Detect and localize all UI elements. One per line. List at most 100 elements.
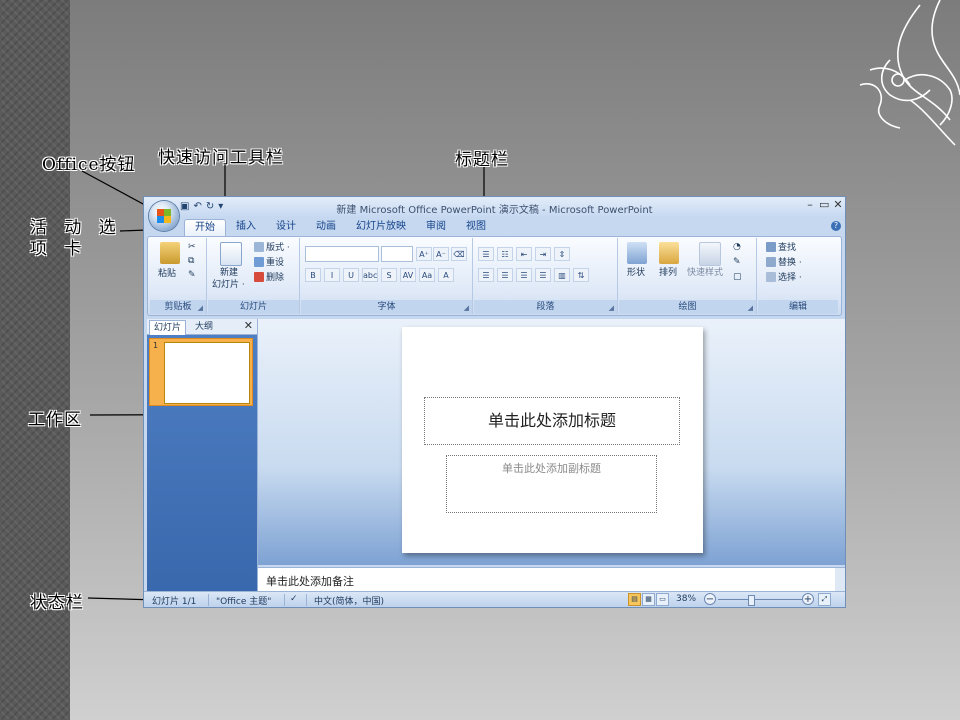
font-name-combo[interactable] xyxy=(305,246,379,262)
arrange-icon[interactable] xyxy=(659,242,679,264)
redo-icon[interactable]: ↻ xyxy=(206,201,214,213)
find-button[interactable]: 查找 xyxy=(766,242,796,254)
tab-outline-pane[interactable]: 大纲 xyxy=(191,320,217,334)
grow-font-button[interactable]: A⁺ xyxy=(416,247,432,261)
select-button[interactable]: 选择 · xyxy=(766,272,802,284)
paragraph-format-icon[interactable]: ☰ xyxy=(497,268,513,282)
paragraph-format-icon[interactable]: ☰ xyxy=(535,268,551,282)
slide-canvas[interactable]: 单击此处添加标题 单击此处添加副标题 xyxy=(402,327,703,553)
fit-to-window-button[interactable]: ⤢ xyxy=(818,593,831,606)
copy-icon[interactable]: ⧉ xyxy=(188,256,194,267)
tab-item[interactable]: 插入 xyxy=(226,219,266,236)
shrink-font-button[interactable]: A⁻ xyxy=(433,247,449,261)
customize-qat-icon[interactable]: ▾ xyxy=(218,201,223,213)
quick-styles-button[interactable]: 快速样式 xyxy=(687,268,723,279)
paste-button[interactable]: 粘贴 xyxy=(158,269,176,280)
paragraph-format-icon[interactable]: ⇤ xyxy=(516,247,532,261)
reset-button[interactable]: 重设 xyxy=(254,257,284,269)
tab-item[interactable]: 设计 xyxy=(266,219,306,236)
zoom-level[interactable]: 38% xyxy=(676,594,696,604)
tab-slides-pane[interactable]: 幻灯片 xyxy=(149,320,187,335)
slide-thumbnail[interactable] xyxy=(164,342,250,404)
zoom-out-button[interactable]: − xyxy=(704,593,716,605)
format-painter-icon[interactable]: ✎ xyxy=(188,270,196,281)
font-size-combo[interactable] xyxy=(381,246,413,262)
font-format-button[interactable]: U xyxy=(343,268,359,282)
tab-item[interactable]: 视图 xyxy=(456,219,496,236)
replace-button[interactable]: 替换 · xyxy=(766,257,802,269)
font-format-button[interactable]: Aa xyxy=(419,268,435,282)
paragraph-format-icon[interactable]: ☰ xyxy=(516,268,532,282)
shape-fill-icon[interactable]: ◔ xyxy=(733,242,741,253)
dialog-launcher-icon[interactable]: ◢ xyxy=(748,304,753,312)
subtitle-placeholder[interactable]: 单击此处添加副标题 xyxy=(446,455,657,513)
group-label-paragraph: 段落 xyxy=(474,300,617,314)
cut-icon[interactable]: ✂ xyxy=(188,242,196,253)
dialog-launcher-icon[interactable]: ◢ xyxy=(198,304,203,312)
language-status[interactable]: 中文(简体，中国) xyxy=(314,594,384,607)
font-format-button[interactable]: AV xyxy=(400,268,416,282)
layout-label: 版式 · xyxy=(266,243,290,253)
slide-thumbnail-selected[interactable]: 1 xyxy=(149,338,253,406)
tab-item[interactable]: 幻灯片放映 xyxy=(346,219,416,236)
notes-pane[interactable]: 单击此处添加备注 xyxy=(258,567,845,592)
zoom-slider-thumb[interactable] xyxy=(747,595,755,606)
slide-sorter-view-button[interactable]: ▦ xyxy=(642,593,655,606)
paragraph-format-icon[interactable]: ☷ xyxy=(497,247,513,261)
paste-icon[interactable] xyxy=(160,242,180,264)
paragraph-format-icon[interactable]: ☰ xyxy=(478,268,494,282)
office-button[interactable] xyxy=(149,201,179,231)
normal-view-button[interactable]: ▤ xyxy=(628,593,641,606)
undo-icon[interactable]: ↶ xyxy=(193,201,201,213)
paragraph-format-icon[interactable]: ⇅ xyxy=(573,268,589,282)
replace-label: 替换 · xyxy=(778,258,802,268)
notes-placeholder: 单击此处添加备注 xyxy=(266,575,354,588)
arrange-button[interactable]: 排列 xyxy=(659,268,677,279)
new-slide-label-2[interactable]: 幻灯片 · xyxy=(212,280,245,291)
title-bar: 新建 Microsoft Office PowerPoint 演示文稿 - Mi… xyxy=(144,197,845,217)
paragraph-format-icon[interactable]: ▥ xyxy=(554,268,570,282)
quick-access-toolbar: ▣ ↶ ↻ ▾ xyxy=(180,201,223,213)
group-drawing: 形状 排列 快速样式 ◔ ✎ ▢ 绘图 ◢ xyxy=(619,238,757,314)
tab-item[interactable]: 动画 xyxy=(306,219,346,236)
restore-button[interactable]: ▭ xyxy=(819,198,829,211)
help-icon[interactable]: ? xyxy=(831,221,841,231)
font-format-button[interactable]: B xyxy=(305,268,321,282)
font-format-button[interactable]: A xyxy=(438,268,454,282)
shapes-icon[interactable] xyxy=(627,242,647,264)
delete-button[interactable]: 删除 xyxy=(254,272,284,284)
shape-outline-icon[interactable]: ✎ xyxy=(733,257,741,268)
font-format-button[interactable]: I xyxy=(324,268,340,282)
group-label-font: 字体 xyxy=(301,300,472,314)
dialog-launcher-icon[interactable]: ◢ xyxy=(464,304,469,312)
find-label: 查找 xyxy=(778,243,797,253)
tab-home[interactable]: 开始 xyxy=(184,219,226,237)
callout-active-tab: 活 动 选 项 卡 xyxy=(30,218,122,259)
font-format-button[interactable]: abc xyxy=(362,268,378,282)
save-icon[interactable]: ▣ xyxy=(180,201,189,213)
paragraph-format-icon[interactable]: ☰ xyxy=(478,247,494,261)
title-placeholder[interactable]: 单击此处添加标题 xyxy=(424,397,680,445)
shape-effects-icon[interactable]: ▢ xyxy=(733,272,742,283)
dialog-launcher-icon[interactable]: ◢ xyxy=(609,304,614,312)
paragraph-format-icon[interactable]: ⇥ xyxy=(535,247,551,261)
quick-styles-icon[interactable] xyxy=(699,242,721,266)
new-slide-label-1[interactable]: 新建 xyxy=(220,268,238,279)
delete-label: 删除 xyxy=(266,273,285,283)
window-controls: – ▭ ✕ xyxy=(805,198,843,211)
layout-button[interactable]: 版式 · xyxy=(254,242,290,254)
font-format-button[interactable]: S xyxy=(381,268,397,282)
clear-format-button[interactable]: ⌫ xyxy=(451,247,467,261)
tab-item[interactable]: 审阅 xyxy=(416,219,456,236)
notes-scrollbar[interactable] xyxy=(835,568,845,592)
slideshow-view-button[interactable]: ▭ xyxy=(656,593,669,606)
spellcheck-icon[interactable]: ✓ xyxy=(290,594,298,604)
zoom-slider-track[interactable] xyxy=(718,599,802,600)
close-pane-icon[interactable]: ✕ xyxy=(244,319,253,332)
new-slide-icon[interactable] xyxy=(220,242,242,266)
shapes-button[interactable]: 形状 xyxy=(627,268,645,279)
minimize-button[interactable]: – xyxy=(805,198,815,211)
close-button[interactable]: ✕ xyxy=(833,198,843,211)
paragraph-format-icon[interactable]: ⇕ xyxy=(554,247,570,261)
zoom-in-button[interactable]: + xyxy=(802,593,814,605)
